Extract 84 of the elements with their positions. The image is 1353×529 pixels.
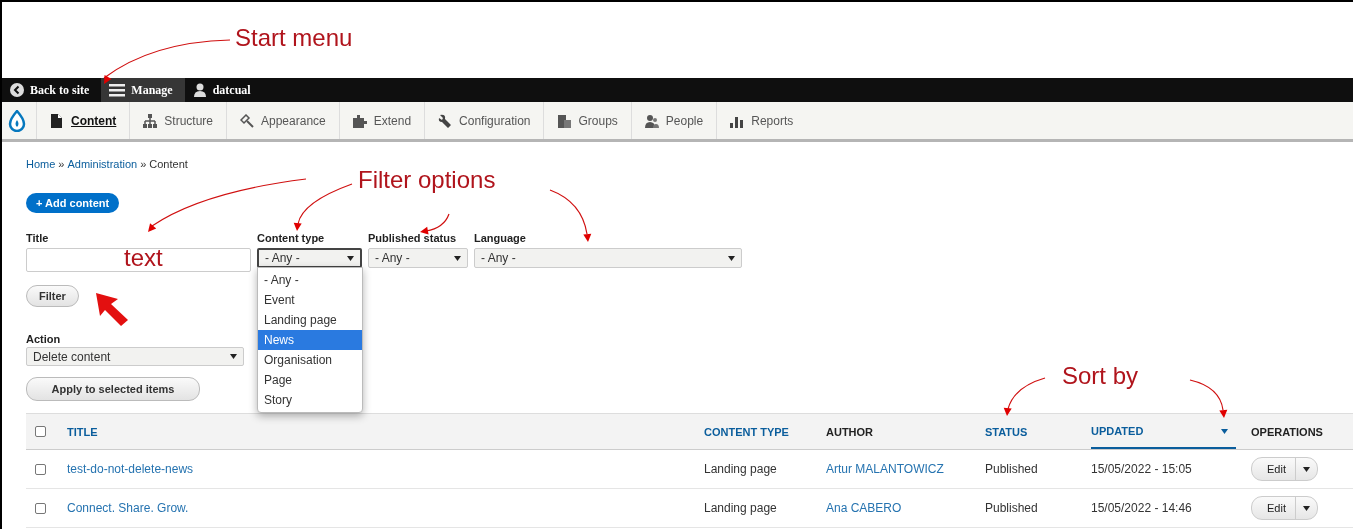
column-header[interactable]: TITLE — [67, 425, 98, 438]
annotation-text: Start menu — [235, 26, 353, 50]
checkbox[interactable] — [35, 426, 46, 437]
table-cell: Landing page — [704, 462, 777, 476]
back-icon — [10, 83, 24, 97]
tray-tab[interactable]: Extend — [338, 102, 425, 139]
dropdown-option[interactable]: Organisation — [258, 350, 362, 370]
user-icon — [192, 83, 207, 97]
breadcrumb-link[interactable]: Administration — [67, 158, 138, 174]
breadcrumb-separator: » — [140, 158, 147, 172]
table-cell: 15/05/2022 - 15:05 — [1091, 462, 1192, 476]
field-label: Language — [474, 232, 527, 244]
field-label: Published status — [368, 232, 458, 244]
dropdown-arrow-icon — [230, 354, 237, 359]
toolbar-item[interactable]: Back to site — [2, 78, 102, 102]
annotation-text: Sort by — [1062, 364, 1139, 388]
table-link[interactable]: test-do-not-delete-news — [67, 462, 194, 476]
column-header[interactable]: UPDATED — [1091, 424, 1144, 437]
pointer-arrow — [96, 293, 128, 326]
dropdown-option[interactable]: Landing page — [258, 310, 362, 330]
dropdown-option[interactable]: Story — [258, 390, 362, 410]
table-cell: Published — [985, 501, 1038, 515]
dropdown-option[interactable]: News — [258, 330, 362, 350]
dropdown-arrow-icon — [728, 255, 735, 261]
apply-button[interactable]: Apply to selected items — [26, 377, 200, 401]
dropdown-arrow-icon — [1302, 505, 1310, 511]
field-label: Action — [26, 333, 62, 345]
annotation-arrow — [549, 189, 592, 242]
building-icon — [557, 113, 572, 128]
field-label: Title — [26, 232, 50, 244]
annotation-text: Filter options — [358, 168, 496, 192]
annotation-arrow — [1189, 379, 1228, 418]
table-link[interactable]: Connect. Share. Grow. — [67, 501, 189, 515]
dropdown-arrow-icon — [454, 255, 461, 261]
checkbox[interactable] — [35, 502, 46, 514]
tray-tab[interactable]: Groups — [543, 102, 631, 139]
dropdown-arrow-icon — [1302, 466, 1310, 472]
table-cell: 15/05/2022 - 14:46 — [1091, 501, 1192, 515]
edit-split-button[interactable]: Edit — [1251, 457, 1318, 481]
action-select[interactable]: Delete content — [26, 347, 244, 366]
select-field[interactable]: - Any - — [257, 248, 362, 268]
column-header[interactable]: STATUS — [985, 425, 1028, 438]
tray-tab[interactable]: Appearance — [226, 102, 339, 139]
tray-tab[interactable]: Reports — [716, 102, 807, 139]
table-link[interactable]: Artur MALANTOWICZ — [826, 462, 944, 476]
column-header: OPERATIONS — [1251, 425, 1323, 438]
annotation-arrow — [1003, 377, 1046, 416]
breadcrumb-current: Content — [149, 158, 188, 172]
dropdown-option[interactable]: - Any - — [258, 270, 362, 290]
select-field[interactable]: - Any - — [474, 248, 742, 268]
drop-logo-icon — [8, 109, 26, 132]
edit-split-button[interactable]: Edit — [1251, 496, 1318, 520]
breadcrumb-separator: » — [58, 158, 65, 172]
tray-tab[interactable]: People — [630, 102, 717, 139]
brush-icon — [240, 113, 254, 128]
document-icon — [50, 113, 64, 128]
table-cell: Published — [985, 462, 1038, 476]
table-cell: Landing page — [704, 501, 777, 515]
sort-arrow-icon — [1221, 429, 1228, 434]
column-header[interactable]: CONTENT TYPE — [704, 425, 789, 438]
title-input-field[interactable] — [26, 248, 251, 272]
tray-tab[interactable]: Configuration — [424, 102, 544, 139]
dropdown-arrow-icon — [347, 255, 354, 261]
annotation-text: text — [124, 246, 163, 270]
sitemap-icon — [143, 113, 158, 128]
add-content-button[interactable]: + Add content — [26, 193, 120, 213]
puzzle-icon — [352, 113, 367, 128]
wrench-icon — [438, 113, 453, 128]
annotation-arrow — [420, 213, 450, 235]
breadcrumb-link[interactable]: Home — [26, 158, 56, 174]
checkbox[interactable] — [35, 463, 46, 475]
toolbar-item[interactable]: datcual — [184, 78, 263, 102]
people-icon — [644, 113, 659, 128]
dropdown-option[interactable]: Page — [258, 370, 362, 390]
toolbar-item[interactable]: Manage — [101, 78, 185, 102]
select-field[interactable]: - Any - — [368, 248, 468, 268]
field-label: Content type — [257, 232, 326, 244]
menu-icon — [109, 83, 126, 97]
filter-button[interactable]: Filter — [26, 285, 79, 307]
dropdown-option[interactable]: Event — [258, 290, 362, 310]
tray-tab[interactable]: Structure — [129, 102, 226, 139]
table-link[interactable]: Ana CABERO — [826, 501, 902, 515]
column-header: AUTHOR — [826, 425, 874, 438]
tray-tab[interactable]: Content — [36, 102, 130, 139]
